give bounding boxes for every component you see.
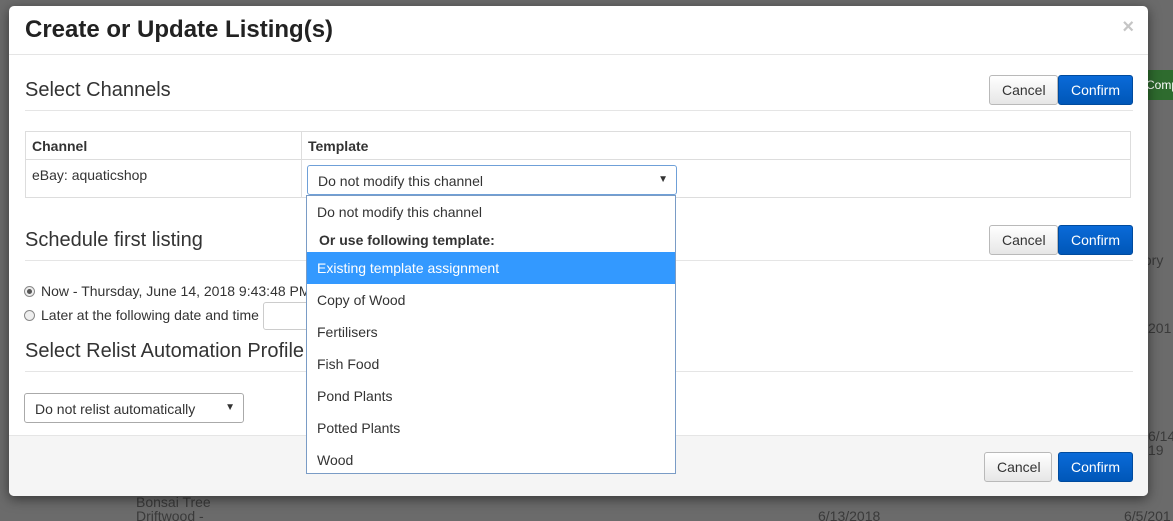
schedule-cancel-button[interactable]: Cancel — [989, 225, 1058, 255]
schedule-later-label: Later at the following date and time — [41, 307, 259, 323]
modal-header: Create or Update Listing(s) × — [9, 6, 1148, 55]
table-header-row: Channel Template — [25, 131, 1131, 160]
footer-cancel-button[interactable]: Cancel — [984, 452, 1052, 482]
dropdown-option[interactable]: Pond Plants — [307, 380, 675, 412]
bg-status-badge-label: Comp — [1146, 78, 1173, 92]
bg-product-name: Driftwood - — [136, 508, 204, 521]
caret-down-icon: ▼ — [658, 174, 668, 185]
template-select[interactable]: Do not modify this channel ▼ — [307, 165, 677, 195]
dropdown-option[interactable]: Fish Food — [307, 348, 675, 380]
caret-down-icon: ▼ — [225, 402, 235, 413]
template-select-value: Do not modify this channel — [318, 173, 483, 189]
footer-confirm-button[interactable]: Confirm — [1058, 452, 1133, 482]
dropdown-option[interactable]: Potted Plants — [307, 412, 675, 444]
bg-date: 19 — [1148, 442, 1164, 458]
channel-cell: eBay: aquaticshop — [25, 159, 302, 198]
modal-title: Create or Update Listing(s) — [25, 16, 334, 43]
relist-select-value: Do not relist automatically — [35, 401, 196, 417]
schedule-confirm-button[interactable]: Confirm — [1058, 225, 1133, 255]
listing-modal: Create or Update Listing(s) × Select Cha… — [9, 6, 1148, 496]
dropdown-group-label: Or use following template: — [319, 232, 495, 248]
radio-later[interactable] — [24, 309, 35, 321]
channels-cancel-button[interactable]: Cancel — [989, 75, 1058, 105]
divider — [25, 110, 1133, 111]
schedule-title: Schedule first listing — [25, 229, 203, 251]
dropdown-option[interactable]: Fertilisers — [307, 316, 675, 348]
column-header-channel: Channel — [25, 131, 302, 160]
dropdown-option[interactable]: Do not modify this channel — [307, 196, 675, 228]
bg-date: 6/13/2018 — [818, 508, 881, 521]
close-icon[interactable]: × — [1122, 16, 1134, 39]
bg-date: 6/5/201 — [1124, 508, 1171, 521]
select-channels-title: Select Channels — [25, 79, 171, 101]
column-header-template: Template — [301, 131, 1131, 160]
schedule-now-option[interactable]: Now - Thursday, June 14, 2018 9:43:48 PM — [24, 283, 311, 299]
relist-profile-select[interactable]: Do not relist automatically ▼ — [24, 393, 244, 423]
relist-title: Select Relist Automation Profile — [25, 340, 305, 362]
schedule-later-option[interactable]: Later at the following date and time — [24, 307, 259, 323]
bg-date: 201 — [1148, 320, 1172, 336]
dropdown-option[interactable]: Existing template assignment — [307, 252, 675, 284]
dropdown-option[interactable]: Copy of Wood — [307, 284, 675, 316]
schedule-now-label: Now - Thursday, June 14, 2018 9:43:48 PM — [41, 283, 311, 299]
channels-confirm-button[interactable]: Confirm — [1058, 75, 1133, 105]
template-dropdown-list: Do not modify this channel Or use follow… — [306, 195, 676, 474]
radio-now[interactable] — [24, 285, 35, 297]
dropdown-option[interactable]: Wood — [307, 444, 675, 476]
